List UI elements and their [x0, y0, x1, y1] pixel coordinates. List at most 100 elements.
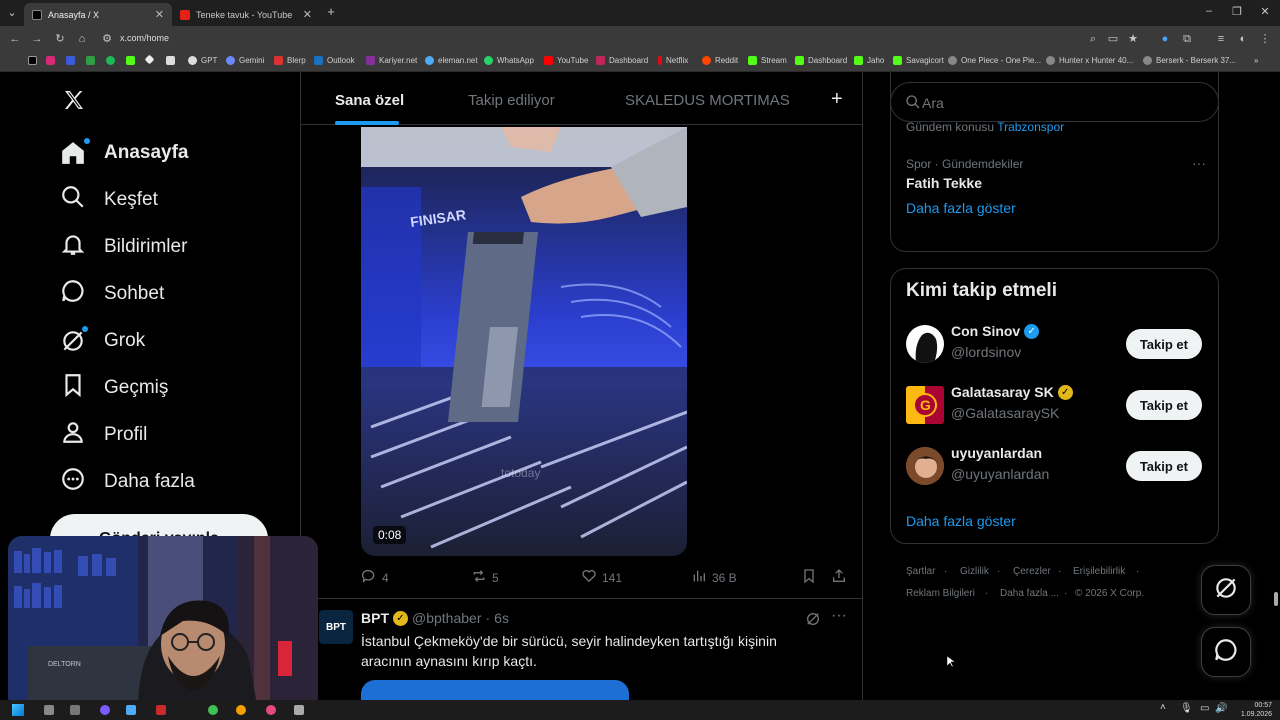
footer-privacy[interactable]: Gizlilik — [960, 566, 989, 577]
bookmark-icon-r[interactable] — [66, 56, 79, 65]
grok-post-icon[interactable] — [805, 611, 821, 632]
nav-bookmarks[interactable]: Geçmiş — [60, 373, 168, 403]
trend-partial[interactable]: Gündem konusu Trabzonspor — [906, 120, 1064, 134]
bookmark-reddit[interactable]: Reddit — [702, 56, 738, 65]
views-button[interactable]: 36 B — [691, 568, 737, 587]
bookmark-icon-x[interactable] — [28, 56, 41, 65]
zoom-icon[interactable]: ⌕ — [1086, 32, 1100, 46]
close-icon[interactable]: ✕ — [155, 8, 164, 21]
tab-following[interactable]: Takip ediliyor — [468, 92, 555, 109]
bookmark-whatsapp[interactable]: WhatsApp — [484, 56, 534, 65]
footer-terms[interactable]: Şartlar — [906, 566, 935, 577]
bookmark-icon-instagram[interactable] — [46, 56, 59, 65]
share-icon[interactable] — [831, 568, 852, 584]
footer-more[interactable]: Daha fazla ... — [1000, 588, 1059, 599]
bookmark-post-icon[interactable] — [801, 568, 822, 584]
bookmarks-overflow-icon[interactable]: » — [1254, 56, 1258, 65]
nav-notifications[interactable]: Bildirimler — [60, 232, 187, 262]
post-media-preview[interactable] — [361, 680, 629, 702]
bookmark-icon-green[interactable] — [86, 56, 99, 65]
follow-button[interactable]: Takip et — [1125, 390, 1202, 420]
extension-icon[interactable]: ● — [1158, 32, 1172, 46]
nav-grok[interactable]: Grok — [60, 326, 145, 356]
follow-button[interactable]: Takip et — [1125, 329, 1202, 359]
bookmark-dashboard-2[interactable]: Dashboard — [795, 56, 847, 65]
taskbar-app-icon[interactable] — [266, 705, 276, 715]
address-bar[interactable]: x.com/home — [120, 33, 169, 43]
trends-show-more[interactable]: Daha fazla göster — [906, 200, 1016, 216]
profile-icon[interactable]: ◐ — [1236, 32, 1250, 46]
back-icon[interactable]: ← — [8, 32, 22, 46]
bookmark-kariyer[interactable]: Kariyer.net — [366, 56, 417, 65]
messages-floating-button[interactable] — [1201, 627, 1251, 677]
trend-partial-link[interactable]: Trabzonspor — [997, 120, 1064, 134]
site-info-icon[interactable]: ⚙ — [100, 32, 114, 46]
tab-skaledus[interactable]: SKALEDUS MORTIMAS — [625, 92, 790, 109]
post-author-name[interactable]: BPT — [361, 610, 389, 626]
repost-button[interactable]: 5 — [471, 568, 499, 587]
taskbar-app-icon[interactable] — [100, 705, 110, 715]
new-tab-icon[interactable]: + — [324, 5, 338, 19]
bookmark-stream[interactable]: Stream — [748, 56, 787, 65]
bookmark-savagicort[interactable]: Savagicort — [893, 56, 944, 65]
video-player[interactable]: FINISAR totoday 0:08 — [361, 127, 687, 556]
bookmark-one-piece[interactable]: One Piece - One Pie... — [948, 56, 1041, 65]
like-button[interactable]: 141 — [581, 568, 622, 587]
nav-more[interactable]: Daha fazla — [60, 467, 195, 497]
follow-button[interactable]: Takip et — [1125, 451, 1202, 481]
maximize-icon[interactable]: ❐ — [1230, 5, 1244, 19]
cast-icon[interactable]: ▭ — [1106, 32, 1120, 46]
avatar[interactable]: G — [906, 386, 944, 424]
footer-accessibility[interactable]: Erişilebilirlik — [1073, 566, 1125, 577]
window-close-icon[interactable]: ✕ — [1258, 5, 1272, 19]
bookmark-icon-kick[interactable] — [126, 56, 139, 65]
taskbar-app-icon[interactable] — [236, 705, 246, 715]
tray-chevron-icon[interactable]: ˄ — [1160, 702, 1166, 713]
network-icon[interactable]: ▭ — [1200, 703, 1209, 714]
microphone-icon[interactable]: 🎙 — [1180, 703, 1193, 714]
bookmark-icon-diamond[interactable] — [144, 54, 157, 65]
bookmark-gemini[interactable]: Gemini — [226, 56, 264, 65]
home-page-icon[interactable]: ⌂ — [75, 32, 89, 46]
tab-x-home[interactable]: Anasayfa / X ✕ — [24, 3, 172, 26]
taskbar-app-icon[interactable] — [294, 705, 304, 715]
reload-icon[interactable]: ↻ — [53, 32, 67, 46]
more-options-icon[interactable]: ··· — [831, 607, 847, 625]
nav-explore[interactable]: Keşfet — [60, 185, 158, 215]
clock[interactable]: 00:57 1.09.2026 — [1232, 701, 1272, 719]
bookmark-berserk[interactable]: Berserk - Berserk 37... — [1143, 56, 1236, 65]
media-icon[interactable]: ≡ — [1214, 32, 1228, 46]
follow-show-more[interactable]: Daha fazla göster — [906, 513, 1016, 529]
bookmark-outlook[interactable]: Outlook — [314, 56, 355, 65]
follow-suggestion[interactable]: G Galatasaray SK ✓ @GalatasaraySK Takip … — [891, 384, 1218, 426]
windows-start-icon[interactable] — [12, 704, 24, 716]
taskbar-app-icon[interactable] — [44, 705, 54, 715]
taskbar-app-icon[interactable] — [126, 705, 136, 715]
reply-button[interactable]: 4 — [361, 568, 389, 587]
follow-suggestion[interactable]: uyuyanlardan @uyuyanlardan Takip et — [891, 445, 1218, 487]
grok-floating-button[interactable] — [1201, 565, 1251, 615]
x-logo[interactable] — [62, 88, 86, 117]
footer-ads-info[interactable]: Reklam Bilgileri — [906, 588, 975, 599]
post-time[interactable]: 6s — [494, 610, 509, 626]
nav-home[interactable]: Anasayfa — [60, 138, 189, 168]
nav-profile[interactable]: Profil — [60, 420, 147, 450]
post-avatar[interactable]: BPT — [319, 610, 353, 644]
taskbar-app-icon[interactable] — [156, 705, 166, 715]
post-handle[interactable]: @bpthaber — [412, 610, 481, 626]
bookmark-dashboard-1[interactable]: Dashboard — [596, 56, 648, 65]
bookmark-blerp[interactable]: Blerp — [274, 56, 306, 65]
avatar[interactable] — [906, 447, 944, 485]
star-icon[interactable]: ★ — [1126, 32, 1140, 46]
bookmark-eleman[interactable]: eleman.net — [425, 56, 478, 65]
close-icon[interactable]: ✕ — [303, 8, 312, 21]
bookmark-jaho[interactable]: Jaho — [854, 56, 884, 65]
taskbar-app-icon[interactable] — [70, 705, 80, 715]
scrollbar-thumb[interactable] — [1274, 592, 1278, 606]
taskbar-app-icon[interactable] — [208, 705, 218, 715]
forward-icon[interactable]: → — [30, 32, 44, 46]
footer-cookies[interactable]: Çerezler — [1013, 566, 1051, 577]
volume-icon[interactable]: 🔊 — [1215, 703, 1227, 714]
tab-list-icon[interactable]: ⌄ — [5, 6, 19, 20]
nav-chat[interactable]: Sohbet — [60, 279, 164, 309]
